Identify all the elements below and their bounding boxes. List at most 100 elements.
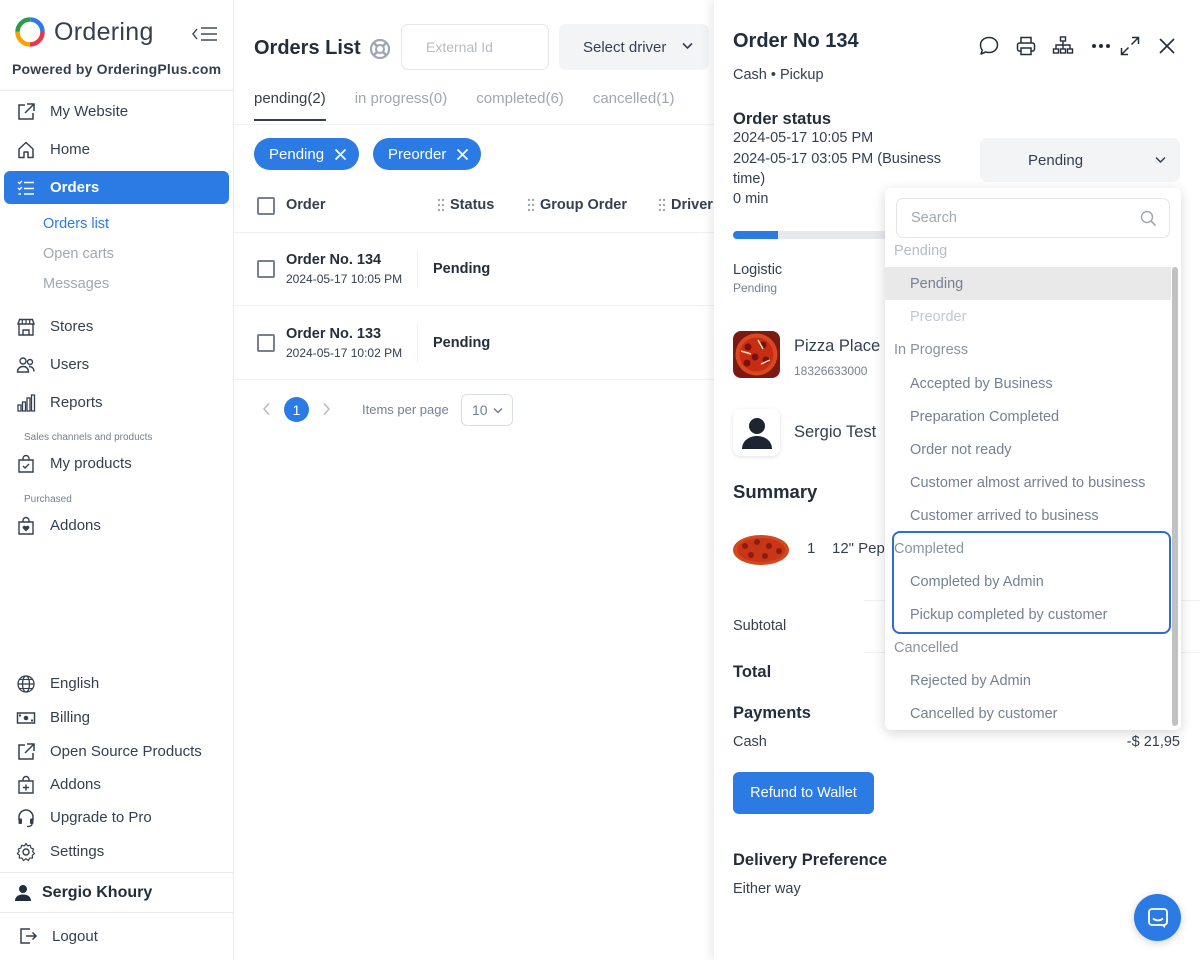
nav-label: Home (50, 141, 91, 158)
shop-icon (15, 316, 37, 338)
close-icon[interactable] (334, 148, 347, 161)
nav-reports[interactable]: Reports (4, 386, 229, 419)
nav-billing[interactable]: Billing (4, 701, 229, 734)
nav-label: Stores (50, 318, 94, 335)
customer-name: Sergio Test (794, 423, 877, 441)
tab-completed[interactable]: completed(6) (476, 90, 564, 121)
external-id-input[interactable] (401, 24, 549, 70)
status-option-accepted-by-business[interactable]: Accepted by Business (885, 367, 1171, 400)
brand: Ordering (14, 14, 154, 50)
more-options-icon[interactable] (1090, 35, 1112, 57)
nav-home[interactable]: Home (4, 133, 229, 166)
refund-to-wallet-button[interactable]: Refund to Wallet (733, 772, 874, 814)
chevron-right-icon[interactable] (322, 402, 331, 416)
sub-orders-list[interactable]: Orders list (43, 216, 109, 232)
order-title: Order No 134 (733, 30, 859, 52)
users-icon (15, 354, 37, 376)
bag-check-icon (15, 453, 37, 475)
column-order[interactable]: Order (286, 197, 326, 213)
status-option-pending[interactable]: Pending (885, 267, 1171, 300)
column-label: Status (450, 197, 495, 213)
gear-icon (15, 841, 37, 863)
nav-users[interactable]: Users (4, 348, 229, 381)
eta: 0 min (733, 191, 769, 207)
dropdown-group-cancelled: Cancelled (894, 640, 959, 656)
sub-open-carts[interactable]: Open carts (43, 246, 114, 262)
sub-messages[interactable]: Messages (43, 276, 109, 292)
drag-handle-icon[interactable] (527, 198, 535, 212)
dropdown-group-in-progress: In Progress (894, 342, 969, 358)
nav-my-products[interactable]: My products (4, 447, 229, 480)
nav-my-website[interactable]: My Website (4, 95, 229, 128)
row-checkbox[interactable] (257, 334, 275, 352)
subtotal-label: Subtotal (733, 618, 787, 634)
column-driver[interactable]: Driver (658, 197, 713, 213)
status-option-customer-arrived[interactable]: Customer arrived to business (885, 499, 1171, 532)
support-chat-button[interactable] (1134, 894, 1181, 941)
logout-icon (18, 926, 38, 946)
drag-handle-icon[interactable] (437, 198, 445, 212)
search-icon (1140, 210, 1157, 227)
nav-label: Addons (50, 776, 101, 793)
divider (0, 872, 233, 873)
close-icon[interactable] (456, 148, 469, 161)
tab-cancelled[interactable]: cancelled(1) (593, 90, 675, 121)
nav-label: Addons (50, 517, 101, 534)
logout-button[interactable]: Logout (18, 926, 98, 946)
nav-addons-bottom[interactable]: Addons (4, 768, 229, 801)
user-profile[interactable]: Sergio Khoury (14, 884, 152, 902)
status-select-value: Pending (1028, 151, 1084, 169)
status-option-customer-almost-arrived[interactable]: Customer almost arrived to business (885, 466, 1171, 499)
nav-label: English (50, 675, 100, 692)
select-all-checkbox[interactable] (257, 197, 275, 215)
status-option-order-not-ready[interactable]: Order not ready (885, 433, 1171, 466)
order-number: Order No. 134 (286, 252, 382, 268)
nav-settings[interactable]: Settings (4, 835, 229, 868)
column-group-order[interactable]: Group Order (527, 197, 627, 213)
close-icon[interactable] (1156, 35, 1178, 57)
status-dropdown: Search Pending Pending Preorder In Progr… (885, 188, 1181, 730)
status-option-rejected-by-admin[interactable]: Rejected by Admin (885, 664, 1171, 697)
chevron-left-icon[interactable] (262, 402, 271, 416)
order-status-select[interactable]: Pending (980, 138, 1180, 182)
progress-fill (733, 231, 778, 239)
filter-chip-pending[interactable]: Pending (254, 138, 360, 170)
dropdown-search-input[interactable]: Search (896, 198, 1170, 238)
status-option-cancelled-by-customer[interactable]: Cancelled by customer (885, 697, 1171, 730)
status-option-pickup-completed-by-customer[interactable]: Pickup completed by customer (885, 598, 1171, 631)
nav-label: Billing (50, 709, 91, 726)
sitemap-icon[interactable] (1052, 35, 1074, 57)
divider (0, 90, 233, 91)
status-option-preparation-completed[interactable]: Preparation Completed (885, 400, 1171, 433)
page-number[interactable]: 1 (284, 397, 309, 422)
tab-in-progress[interactable]: in progress(0) (355, 90, 448, 121)
cell-separator (417, 324, 418, 362)
collapse-sidebar-icon[interactable] (191, 24, 219, 44)
items-per-page-select[interactable]: 10 (461, 394, 513, 426)
drag-handle-icon[interactable] (658, 198, 666, 212)
print-icon[interactable] (1015, 35, 1037, 57)
person-icon (741, 417, 772, 449)
bag-plus-icon (15, 774, 37, 796)
tab-pending[interactable]: pending(2) (254, 90, 326, 121)
chat-icon[interactable] (978, 35, 1000, 57)
customer-avatar (733, 409, 780, 456)
summary-heading: Summary (733, 481, 818, 502)
row-divider (234, 305, 714, 306)
nav-english[interactable]: English (4, 667, 229, 700)
dropdown-group-completed: Completed (894, 541, 965, 557)
filter-chip-preorder[interactable]: Preorder (373, 138, 482, 170)
driver-select[interactable]: Select driver (559, 24, 709, 70)
expand-icon[interactable] (1119, 35, 1141, 57)
row-checkbox[interactable] (257, 260, 275, 278)
nav-orders[interactable]: Orders (4, 171, 229, 204)
payment-method: Cash (733, 734, 767, 750)
column-status[interactable]: Status (437, 197, 494, 213)
nav-addons[interactable]: Addons (4, 509, 229, 542)
status-option-completed-by-admin[interactable]: Completed by Admin (885, 565, 1171, 598)
nav-stores[interactable]: Stores (4, 310, 229, 343)
nav-open-source-products[interactable]: Open Source Products (4, 735, 229, 768)
help-lifebuoy-icon[interactable] (369, 38, 391, 60)
dropdown-scrollbar[interactable] (1172, 267, 1178, 726)
nav-upgrade-to-pro[interactable]: Upgrade to Pro (4, 801, 229, 834)
